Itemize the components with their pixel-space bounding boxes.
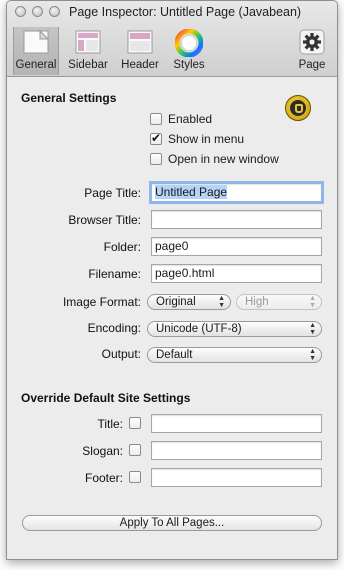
updown-arrows-icon: ▲ ▼ bbox=[309, 348, 316, 362]
image-format-popup[interactable]: Original ▲ ▼ bbox=[147, 294, 231, 310]
folder-field[interactable]: page0 bbox=[151, 237, 322, 256]
encoding-value: Unicode (UTF-8) bbox=[156, 323, 242, 335]
encoding-label: Encoding: bbox=[87, 321, 141, 335]
image-quality-popup: High ▲ ▼ bbox=[236, 294, 322, 310]
show-in-menu-label: Show in menu bbox=[168, 132, 245, 146]
override-title-checkbox[interactable] bbox=[129, 417, 141, 429]
tab-header[interactable]: Header bbox=[115, 27, 165, 75]
open-new-window-checkbox[interactable] bbox=[150, 153, 162, 165]
browser-title-label: Browser Title: bbox=[68, 213, 141, 227]
image-format-value: Original bbox=[156, 296, 196, 308]
tab-header-label: Header bbox=[121, 59, 159, 71]
minimize-window-button[interactable] bbox=[32, 6, 43, 17]
tab-general-label: General bbox=[15, 59, 57, 71]
output-value: Default bbox=[156, 349, 193, 361]
tab-styles[interactable]: Styles bbox=[165, 27, 213, 75]
lock-badge-icon[interactable] bbox=[285, 95, 311, 121]
window-title: Page Inspector: Untitled Page (Javabean) bbox=[69, 5, 302, 19]
updown-arrows-icon: ▲ ▼ bbox=[218, 295, 225, 309]
override-slogan-checkbox[interactable] bbox=[129, 444, 141, 456]
page-title-label: Page Title: bbox=[84, 186, 141, 200]
sidebar-layout-icon bbox=[75, 30, 101, 54]
override-settings-heading: Override Default Site Settings bbox=[21, 391, 191, 405]
folder-label: Folder: bbox=[103, 240, 141, 254]
filename-field[interactable]: page0.html bbox=[151, 264, 322, 283]
override-slogan-label: Slogan: bbox=[82, 444, 123, 458]
override-title-field[interactable] bbox=[151, 414, 322, 433]
output-popup[interactable]: Default ▲ ▼ bbox=[147, 347, 322, 363]
page-title-value: Untitled Page bbox=[155, 185, 228, 199]
tab-general[interactable]: General bbox=[13, 27, 59, 75]
general-settings-pane: General Settings Enabled Show in menu Op… bbox=[7, 77, 337, 559]
tab-page-label: Page bbox=[298, 59, 326, 71]
filename-label: Filename: bbox=[88, 267, 141, 281]
header-layout-icon bbox=[127, 30, 153, 54]
override-footer-label: Footer: bbox=[84, 471, 123, 485]
override-slogan-field[interactable] bbox=[151, 441, 322, 460]
titlebar: Page Inspector: Untitled Page (Javabean)… bbox=[7, 1, 337, 77]
encoding-popup[interactable]: Unicode (UTF-8) ▲ ▼ bbox=[147, 321, 322, 337]
apply-to-all-pages-button[interactable]: Apply To All Pages... bbox=[22, 515, 322, 531]
override-footer-checkbox[interactable] bbox=[129, 471, 141, 483]
override-footer-field[interactable] bbox=[151, 468, 322, 487]
show-in-menu-checkbox[interactable] bbox=[150, 131, 162, 145]
tab-sidebar[interactable]: Sidebar bbox=[63, 27, 113, 75]
enabled-label: Enabled bbox=[168, 112, 213, 126]
override-title-label: Title: bbox=[97, 417, 123, 431]
close-window-button[interactable] bbox=[15, 6, 26, 17]
output-label: Output: bbox=[101, 347, 141, 361]
color-wheel-icon bbox=[175, 29, 203, 57]
page-title-field[interactable]: Untitled Page bbox=[149, 181, 324, 204]
tab-sidebar-label: Sidebar bbox=[68, 59, 108, 71]
tab-styles-label: Styles bbox=[173, 59, 205, 71]
general-page-icon bbox=[23, 29, 50, 54]
gear-icon bbox=[299, 29, 325, 55]
image-quality-value: High bbox=[245, 296, 269, 308]
enabled-checkbox[interactable] bbox=[150, 113, 162, 125]
open-new-window-label: Open in new window bbox=[168, 152, 279, 166]
general-settings-heading: General Settings bbox=[21, 91, 117, 105]
browser-title-field[interactable] bbox=[151, 210, 322, 229]
image-format-label: Image Format: bbox=[62, 295, 141, 309]
page-inspector-window: Page Inspector: Untitled Page (Javabean)… bbox=[6, 0, 338, 560]
updown-arrows-icon: ▲ ▼ bbox=[309, 322, 316, 336]
tab-page[interactable]: Page bbox=[291, 27, 333, 75]
updown-arrows-icon: ▲ ▼ bbox=[309, 295, 316, 309]
window-controls bbox=[15, 6, 60, 17]
zoom-window-button[interactable] bbox=[49, 6, 60, 17]
